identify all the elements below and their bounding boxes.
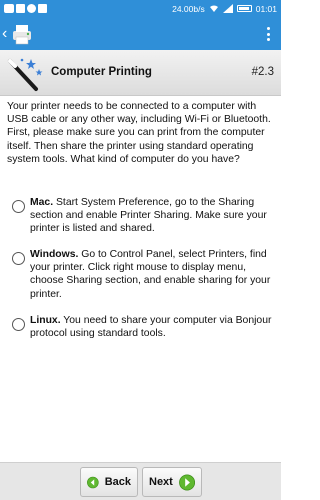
download-icon [38, 4, 47, 13]
clock: 01:01 [255, 3, 277, 14]
signal-icon [222, 4, 233, 13]
option-linux-text: Linux. You need to share your computer v… [30, 315, 272, 340]
step-number: #2.3 [251, 66, 274, 78]
back-button-label: Back [104, 476, 131, 488]
radio-linux[interactable] [12, 318, 25, 331]
step-header: Computer Printing #2.3 [0, 50, 281, 96]
status-bar: 24.00b/s 01:01 [0, 0, 281, 17]
intro-text: Your printer needs to be connected to a … [7, 101, 271, 165]
app-bar: ‹ [0, 17, 281, 50]
arrow-left-icon [87, 476, 99, 488]
battery-icon [236, 5, 252, 12]
sync-icon [27, 4, 36, 13]
magic-wand-icon [8, 58, 43, 91]
next-button-label: Next [149, 476, 173, 488]
option-windows-text: Windows. Go to Control Panel, select Pri… [30, 249, 271, 300]
printer-app-logo-icon[interactable] [10, 23, 34, 45]
bottom-nav: Back Next [0, 462, 281, 500]
back-button[interactable]: Back [80, 467, 138, 497]
overflow-menu-icon[interactable] [267, 27, 271, 41]
wifi-icon [209, 5, 218, 12]
message-icon [4, 4, 14, 13]
next-button[interactable]: Next [142, 467, 202, 497]
arrow-right-icon [178, 474, 195, 490]
app-notification-icon [16, 4, 25, 13]
network-speed: 24.00b/s [172, 3, 205, 14]
radio-mac[interactable] [12, 200, 25, 213]
page-title: Computer Printing [51, 66, 152, 78]
option-mac-text: Mac. Start System Preference, go to the … [30, 197, 267, 235]
radio-windows[interactable] [12, 252, 25, 265]
